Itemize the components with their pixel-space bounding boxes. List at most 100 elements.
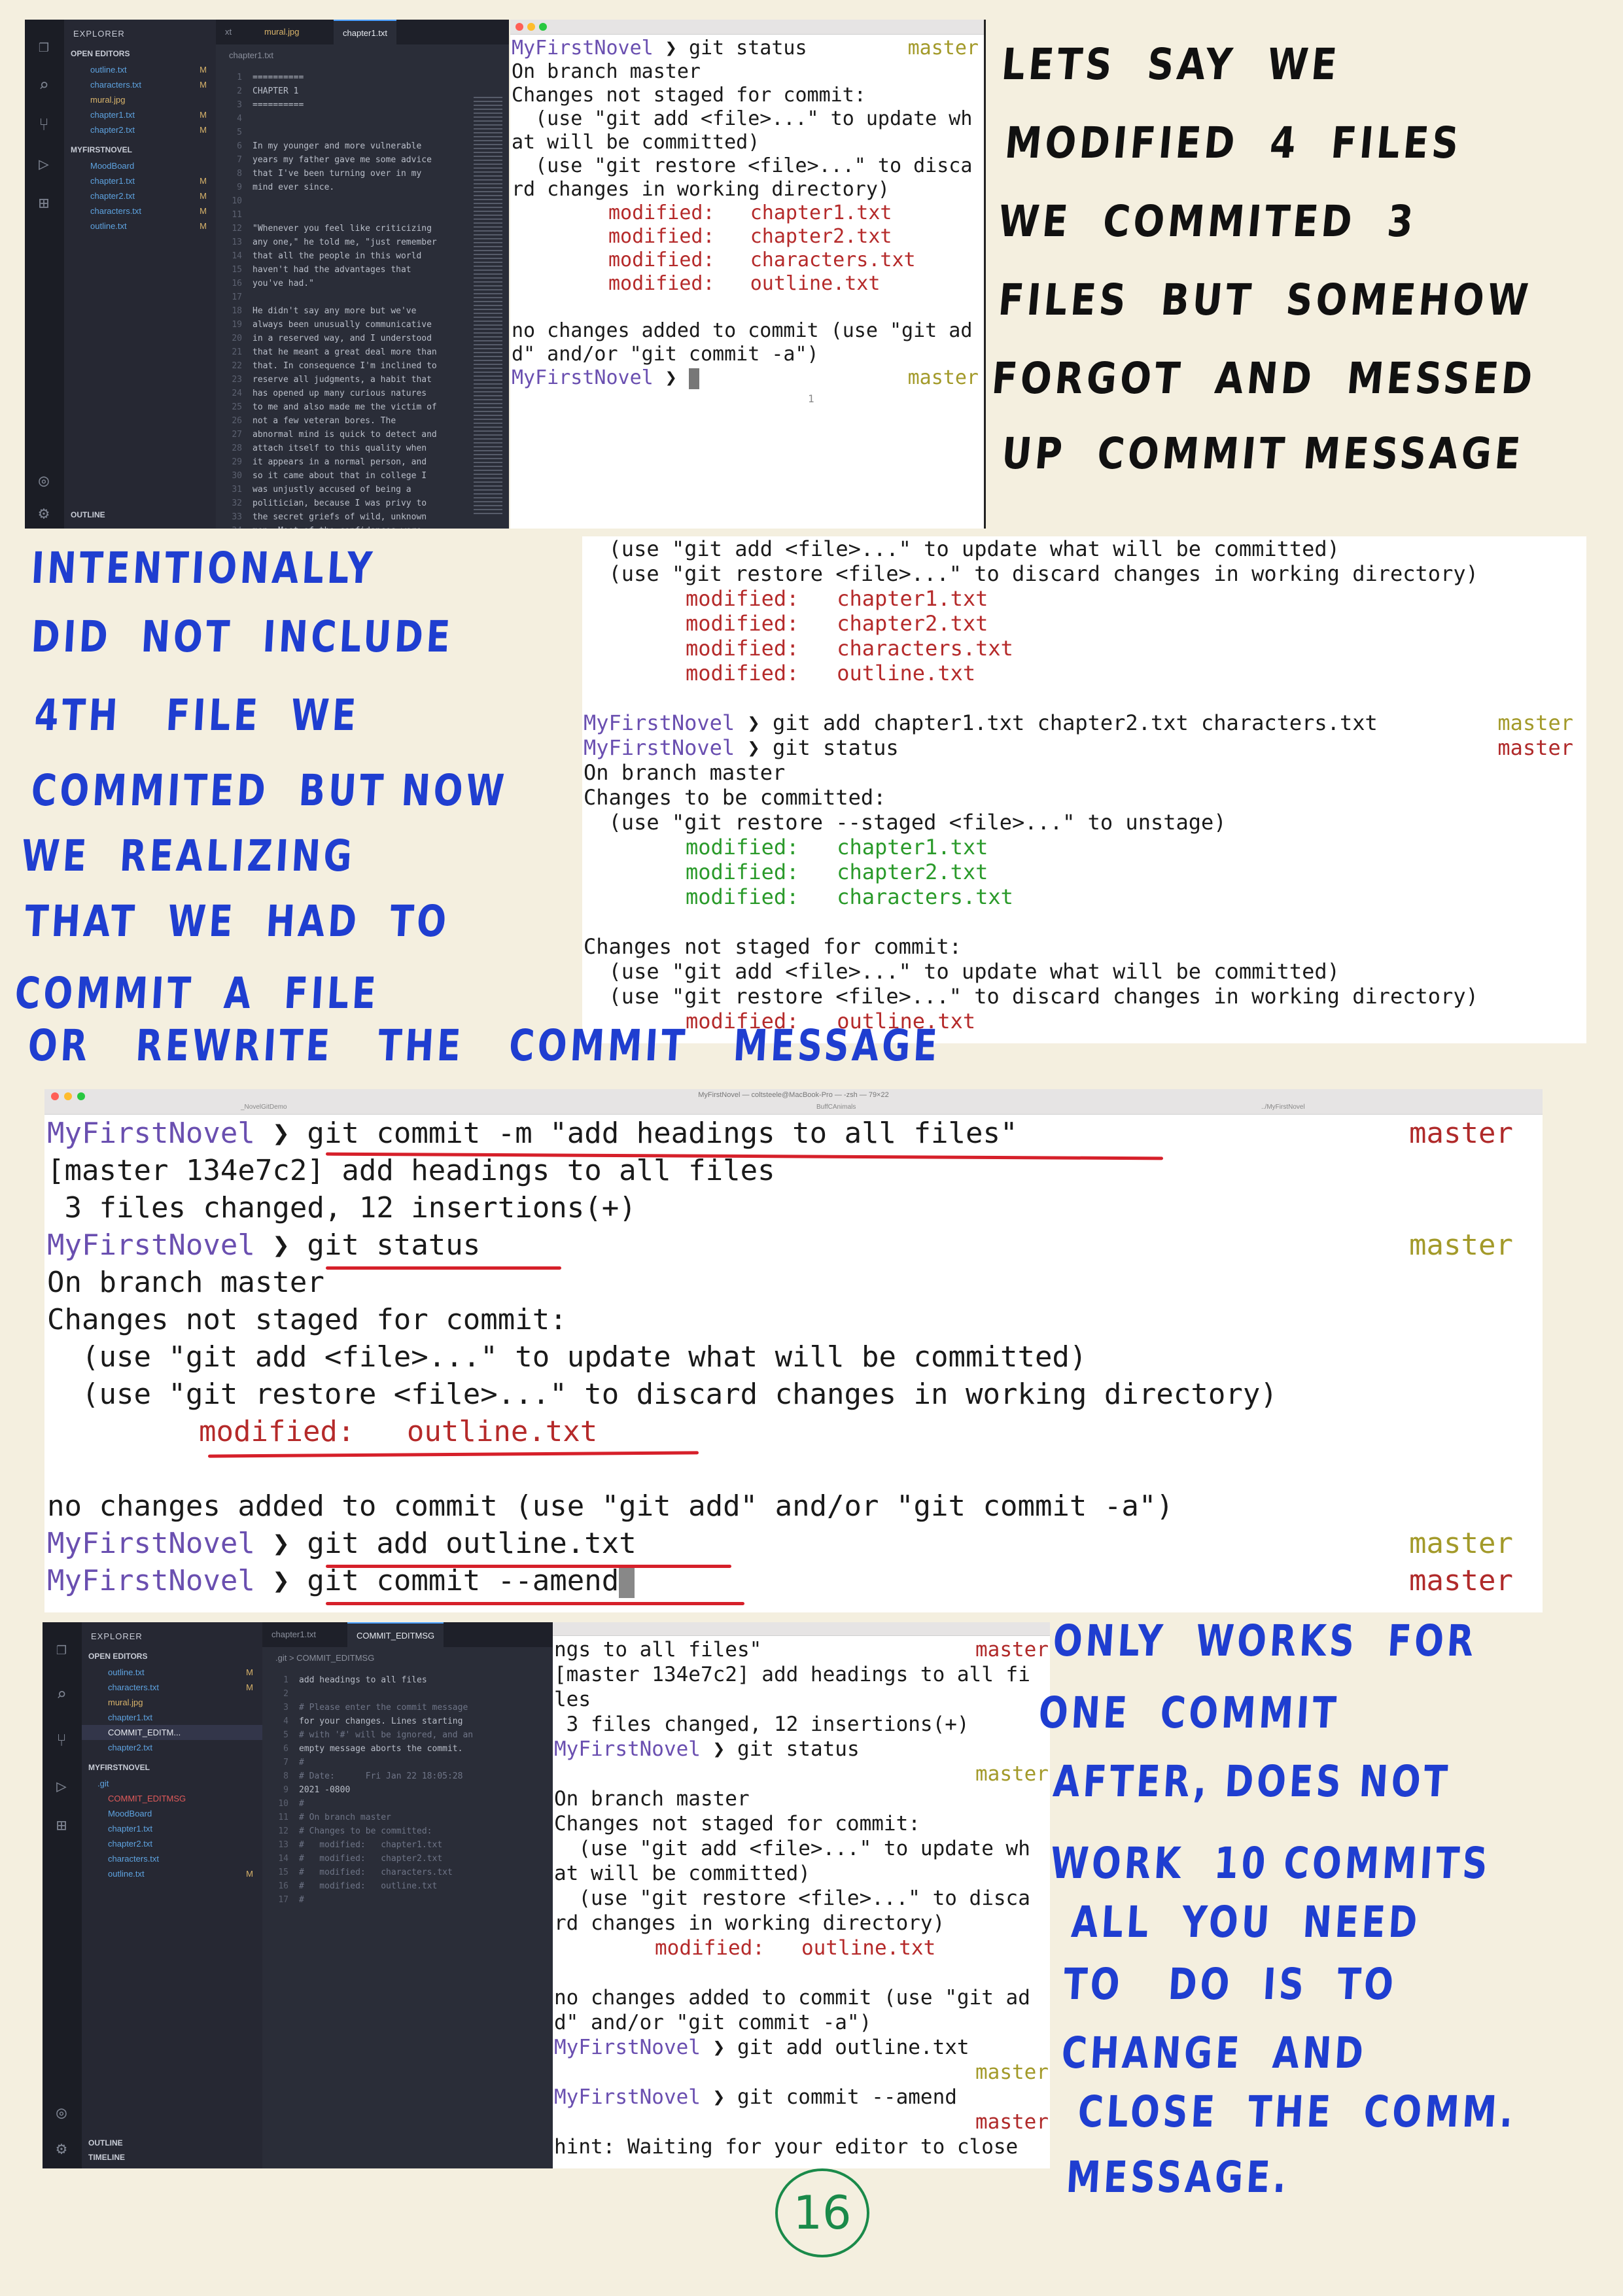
source-control-icon[interactable]: ⑂ [52,1731,71,1750]
open-editor-item[interactable]: chapter1.txt [82,1710,262,1725]
note-line: MESSAGE. [1064,2152,1291,2202]
zoom-dot[interactable] [539,23,547,31]
tab-commit-editmsg[interactable]: COMMIT_EDITMSG [347,1622,444,1648]
project-item[interactable]: MoodBoard [64,158,216,173]
open-editor-item[interactable]: characters.txt M [64,77,216,92]
note-line: OR REWRITE THE COMMIT MESSAGE [26,1020,942,1071]
command-text: git status [737,1737,860,1761]
timeline-header[interactable]: TIMELINE [82,2149,131,2166]
open-editor-item[interactable]: outline.txt M [82,1665,262,1680]
open-editors-header[interactable]: OPEN EDITORS [82,1648,262,1665]
note-line: FORGOT AND MESSED [990,353,1538,404]
output-line: On branch master [554,1787,750,1811]
branch-indicator: master [1409,1117,1513,1150]
open-editor-item[interactable]: mural.jpg [82,1695,262,1710]
file-name: characters.txt [90,80,142,90]
modified-line: modified: chapter2.txt [608,225,892,248]
extensions-icon[interactable]: ⊞ [52,1816,71,1835]
terminal-cursor[interactable] [619,1567,635,1598]
files-icon[interactable]: ❐ [52,1639,71,1659]
line-number: 4 [237,114,242,124]
project-item[interactable]: COMMIT_EDITMSG [82,1791,262,1806]
line-number: 33 [232,512,242,522]
tab-text-file[interactable]: xt [216,20,241,44]
output-line: (use "git add <file>..." to update what … [47,1340,1087,1374]
gear-icon[interactable]: ⚙ [52,2139,71,2159]
extensions-icon[interactable]: ⊞ [34,194,54,213]
tab-chapter1[interactable]: chapter1.txt [262,1622,325,1647]
open-editor-item[interactable]: chapter2.txt [82,1740,262,1755]
editor-line: that I've been turning over in my [253,169,422,179]
command-text: git add outline.txt [307,1527,637,1560]
output-line: rd changes in working directory) [512,178,890,201]
vscode-window-1: ❐ ⌕ ⑂ ▷ ⊞ ◎ ⚙ EXPLORER OPEN EDITORS outl… [25,20,509,529]
run-icon[interactable]: ▷ [52,1777,71,1796]
note-line: 4TH FILE WE [33,690,360,740]
tab-buff-animals[interactable]: BuffCAnimals [816,1104,856,1111]
output-line: 3 files changed, 12 insertions(+) [554,1713,969,1736]
line-number: 26 [232,416,242,426]
line-number: 34 [221,524,242,529]
project-item[interactable]: outline.txt M [82,1866,262,1881]
minimap[interactable] [474,97,502,515]
account-icon[interactable]: ◎ [52,2103,71,2123]
tab-novel-demo[interactable]: _NovelGitDemo [241,1104,287,1111]
gear-icon[interactable]: ⚙ [34,504,54,523]
editor-line: 2021 -0800 [299,1785,351,1795]
search-icon[interactable]: ⌕ [52,1685,71,1705]
minimize-dot[interactable] [527,23,535,31]
note-line: DID NOT INCLUDE [29,612,455,662]
tab-chapter1[interactable]: chapter1.txt [334,20,396,46]
output-line: Changes not staged for commit: [47,1303,567,1336]
branch-indicator: master [1409,1527,1513,1560]
line-number: 5 [237,128,242,137]
editor-line: CHAPTER 1 [253,86,299,96]
editor-text-area[interactable]: chapter1.txt 1 ========== 2 CHAPTER 1 3 =====… [216,44,509,529]
project-folder-header[interactable]: MYFIRSTNOVEL [82,1759,262,1776]
line-number: 21 [232,347,242,357]
line-number: 2 [237,86,242,96]
project-item[interactable]: outline.txt M [64,218,216,234]
file-name: chapter2.txt [108,1743,152,1752]
prompt-path: MyFirstNovel [47,1228,255,1262]
branch-indicator: master [1497,710,1573,735]
outline-header[interactable]: OUTLINE [64,506,112,523]
project-item[interactable]: characters.txt M [64,203,216,218]
close-dot[interactable] [515,23,523,31]
project-item[interactable]: chapter1.txt [82,1821,262,1836]
tab-my-first-novel[interactable]: ../MyFirstNovel [1261,1104,1305,1111]
line-number: 22 [232,361,242,371]
output-line: On branch master [47,1266,324,1299]
account-icon[interactable]: ◎ [34,471,54,491]
prompt-path: MyFirstNovel [512,366,654,389]
tab-mural[interactable]: mural.jpg [255,20,308,44]
search-icon[interactable]: ⌕ [34,76,54,96]
files-icon[interactable]: ❐ [34,37,54,56]
title-bar [553,1622,1050,1636]
open-editor-item[interactable]: characters.txt M [82,1680,262,1695]
open-editor-item-active[interactable]: COMMIT_EDITM... [82,1725,262,1740]
open-editor-item[interactable]: outline.txt M [64,62,216,77]
project-item[interactable]: .git [82,1776,262,1791]
open-editor-item[interactable]: chapter1.txt M [64,107,216,122]
open-editor-item[interactable]: mural.jpg [64,92,216,107]
editor-tab-bar: xt mural.jpg chapter1.txt [216,20,509,46]
project-item[interactable]: chapter2.txt [82,1836,262,1851]
run-icon[interactable]: ▷ [34,154,54,174]
project-item[interactable]: chapter1.txt M [64,173,216,188]
editor-line: ========== [253,100,304,110]
project-item[interactable]: characters.txt [82,1851,262,1866]
open-editors-header[interactable]: OPEN EDITORS [64,45,216,62]
terminal-cursor[interactable] [688,368,699,389]
editor-line: years my father gave me some advice [253,155,432,165]
line-number: 17 [232,292,242,302]
open-editor-item[interactable]: chapter2.txt M [64,122,216,137]
editor-text-area[interactable]: .git > COMMIT_EDITMSG 1 add headings to a… [262,1647,553,2168]
source-control-icon[interactable]: ⑂ [34,115,54,135]
output-line: (use "git restore --staged <file>..." to… [584,810,1227,835]
file-name: .git [97,1779,109,1788]
underline-modified [207,1451,699,1458]
project-folder-header[interactable]: MYFIRSTNOVEL [64,141,216,158]
project-item[interactable]: chapter2.txt M [64,188,216,203]
project-item[interactable]: MoodBoard [82,1806,262,1821]
